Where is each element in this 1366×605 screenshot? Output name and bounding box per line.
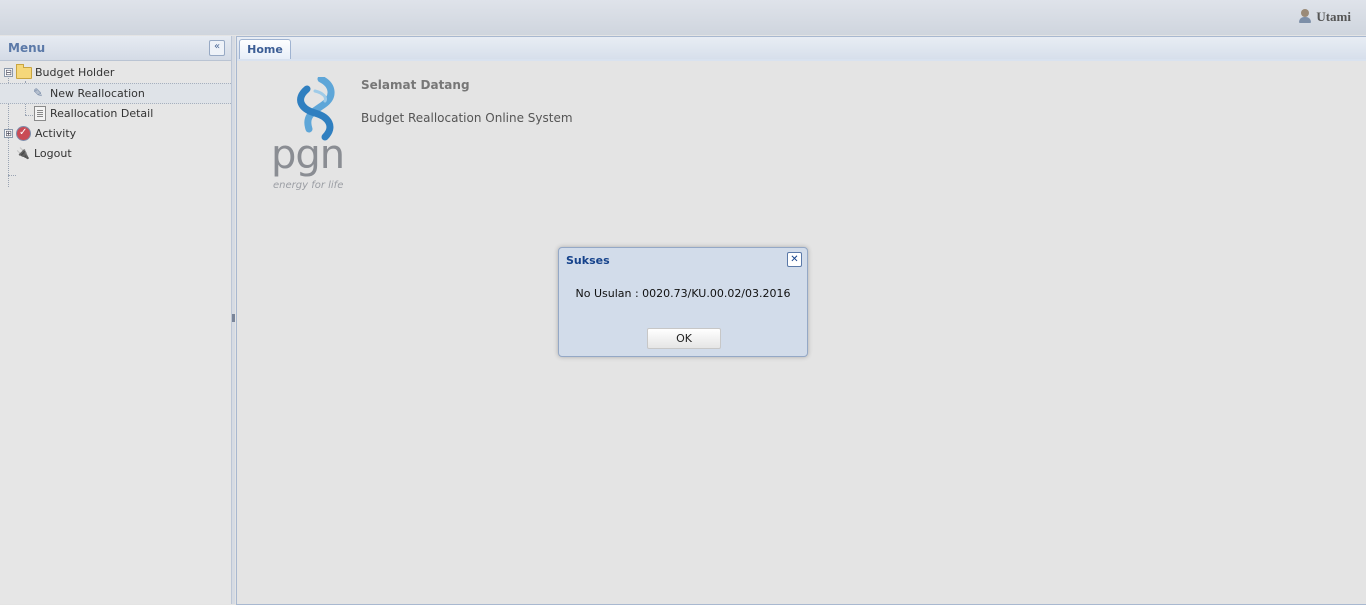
- dialog-message: No Usulan : 0020.73/KU.00.02/03.2016: [575, 287, 791, 300]
- logo-tagline: energy for life: [273, 180, 344, 191]
- tab-strip-border: [237, 59, 1366, 61]
- splitter-handle[interactable]: [232, 314, 235, 322]
- menu-item-label: Activity: [35, 127, 77, 140]
- menu-item-new-reallocation[interactable]: New Reallocation: [0, 83, 231, 104]
- menu-item-label: Reallocation Detail: [50, 107, 154, 120]
- success-dialog: Sukses ✕ No Usulan : 0020.73/KU.00.02/03…: [558, 247, 808, 357]
- new-document-icon: [33, 84, 47, 103]
- username: Utami: [1316, 9, 1351, 24]
- welcome-title: Selamat Datang: [361, 78, 470, 92]
- menu-item-label: Budget Holder: [35, 66, 115, 79]
- collapse-toggle-icon[interactable]: ⊟: [4, 68, 13, 77]
- close-icon[interactable]: ✕: [787, 252, 802, 267]
- menu-header: Menu «: [0, 36, 231, 61]
- top-bar: Utami: [0, 0, 1366, 35]
- menu-tree: ⊟ Budget Holder New Reallocation Realloc…: [0, 61, 231, 187]
- dialog-title: Sukses: [566, 254, 610, 267]
- tab-home[interactable]: Home: [239, 39, 291, 59]
- document-list-icon: [34, 106, 46, 121]
- ok-button[interactable]: OK: [647, 328, 721, 349]
- menu-item-budget-holder[interactable]: ⊟ Budget Holder: [0, 63, 231, 83]
- folder-icon: [16, 63, 32, 79]
- logout-icon: [16, 147, 32, 161]
- menu-title: Menu: [8, 41, 46, 55]
- user-info[interactable]: Utami: [1298, 7, 1351, 27]
- activity-icon: [16, 123, 31, 142]
- menu-item-reallocation-detail[interactable]: Reallocation Detail: [0, 104, 231, 124]
- welcome-subtitle: Budget Reallocation Online System: [361, 111, 573, 125]
- menu-item-label: Logout: [34, 147, 72, 160]
- tab-strip: Home: [237, 37, 1366, 60]
- logo-wordmark: pgn: [271, 132, 345, 178]
- menu-item-logout[interactable]: Logout: [0, 144, 231, 164]
- menu-item-activity[interactable]: ⊞ Activity: [0, 123, 231, 144]
- menu-item-label: New Reallocation: [50, 87, 145, 100]
- double-chevron-left-icon[interactable]: «: [209, 40, 225, 56]
- tree-line: [8, 175, 16, 176]
- menu-panel: Menu « ⊟ Budget Holder New Reallocation …: [0, 36, 232, 604]
- pgn-logo: pgn energy for life: [271, 77, 351, 193]
- user-icon: [1298, 9, 1312, 25]
- panel-splitter[interactable]: [232, 36, 235, 604]
- expand-toggle-icon[interactable]: ⊞: [4, 129, 13, 138]
